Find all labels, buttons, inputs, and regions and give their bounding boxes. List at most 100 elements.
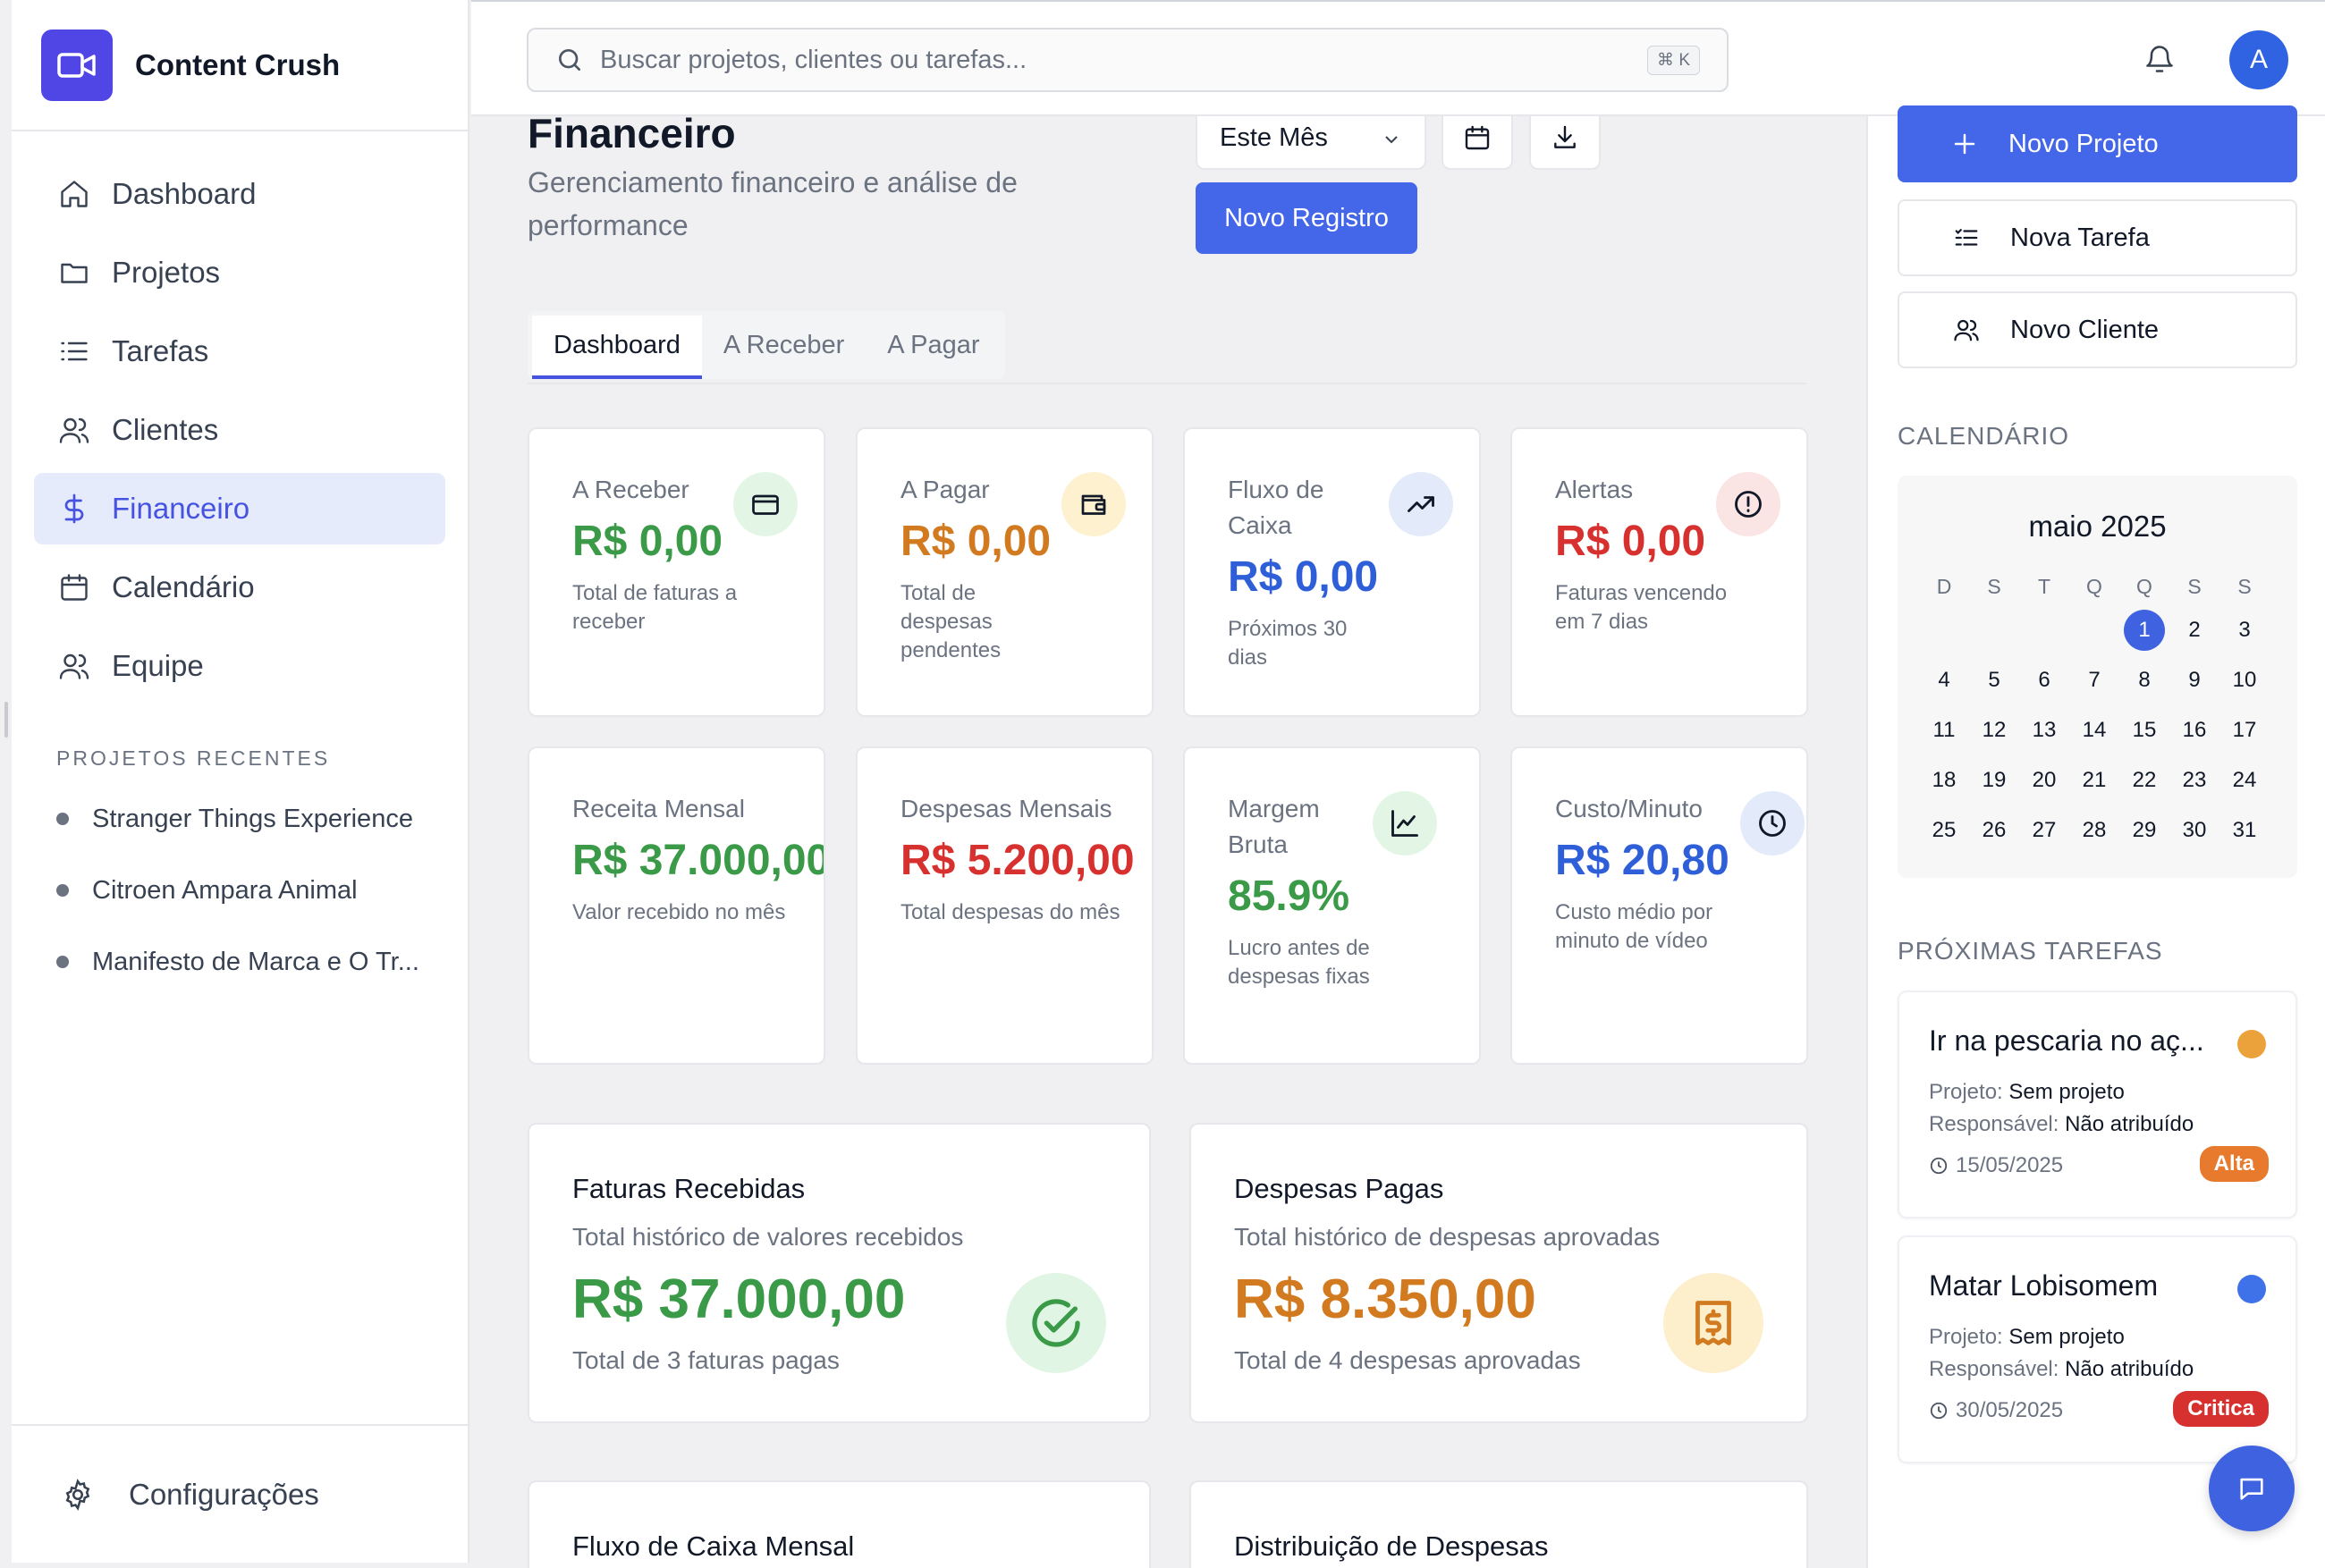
calendar-day[interactable]: 17 xyxy=(2219,705,2270,755)
calendar-day[interactable]: 1 xyxy=(2119,605,2169,655)
stat-title: Custo/Minuto xyxy=(1555,795,1703,822)
calendar-day[interactable]: 26 xyxy=(1969,805,2019,856)
calendar-day[interactable]: 22 xyxy=(2119,755,2169,805)
stat-value: R$ 37.000,00 xyxy=(572,837,825,884)
stat-desc: Próximos 30 dias xyxy=(1228,617,1348,670)
stat-value: R$ 0,00 xyxy=(1228,553,1379,601)
calendar-day[interactable]: 16 xyxy=(2169,705,2219,755)
calendar-day[interactable]: 29 xyxy=(2119,805,2169,856)
calendar-day[interactable]: 27 xyxy=(2019,805,2069,856)
calendar-day[interactable]: 25 xyxy=(1919,805,1969,856)
calendar-day[interactable]: 10 xyxy=(2219,655,2270,705)
tab-a-pagar[interactable]: A Pagar xyxy=(866,316,1001,375)
chat-button[interactable] xyxy=(2209,1446,2295,1531)
chart-card-fluxo-de-caixa-mensal: Fluxo de Caixa Mensal xyxy=(528,1480,1151,1568)
bell-icon[interactable] xyxy=(2143,43,2176,75)
task-project-value: Sem projeto xyxy=(2008,1325,2125,1349)
search-input[interactable]: Buscar projetos, clientes ou tarefas... … xyxy=(527,28,1729,92)
bullet-icon xyxy=(56,884,69,897)
download-button[interactable] xyxy=(1529,116,1601,170)
new-client-button[interactable]: Novo Cliente xyxy=(1898,291,2297,368)
resize-handle[interactable] xyxy=(4,702,8,738)
nav-item-projetos[interactable]: Projetos xyxy=(34,237,445,308)
task-owner-value: Não atribuído xyxy=(2065,1112,2194,1136)
calendar-day[interactable]: 23 xyxy=(2169,755,2219,805)
calendar-day[interactable]: 8 xyxy=(2119,655,2169,705)
calendar-day[interactable]: 30 xyxy=(2169,805,2219,856)
stat-value: R$ 0,00 xyxy=(900,518,1052,565)
task-card[interactable]: Ir na pescaria no aç... Projeto: Sem pro… xyxy=(1898,991,2297,1218)
calendar-day[interactable]: 18 xyxy=(1919,755,1969,805)
calendar-day[interactable]: 14 xyxy=(2069,705,2119,755)
gear-icon xyxy=(61,1478,95,1512)
calendar-today-marker: 1 xyxy=(2124,610,2165,651)
calendar-weekday: S xyxy=(2187,574,2202,598)
stat-desc: Total de despesas pendentes xyxy=(900,581,1002,662)
recent-project-name: Manifesto de Marca e O Tr... xyxy=(92,947,419,976)
calendar-day[interactable]: 20 xyxy=(2019,755,2069,805)
recent-project-name: Citroen Ampara Animal xyxy=(92,875,358,905)
stat-desc: Valor recebido no mês xyxy=(572,900,786,924)
nav-item-clientes[interactable]: Clientes xyxy=(34,394,445,466)
stat-card-custo-minuto: Custo/Minuto R$ 20,80 Custo médio por mi… xyxy=(1510,746,1808,1065)
calendar-day[interactable]: 11 xyxy=(1919,705,1969,755)
nav-item-equipe[interactable]: Equipe xyxy=(34,630,445,702)
task-card[interactable]: Matar Lobisomem Projeto: Sem projeto Res… xyxy=(1898,1235,2297,1463)
calendar-day[interactable]: 9 xyxy=(2169,655,2219,705)
nav-item-financeiro[interactable]: Financeiro xyxy=(34,473,445,544)
calendar-day[interactable]: 13 xyxy=(2019,705,2069,755)
calendar-empty-cell xyxy=(1919,605,1969,655)
tab-dashboard[interactable]: Dashboard xyxy=(532,316,702,379)
folder-icon xyxy=(56,255,92,291)
calendar-day[interactable]: 2 xyxy=(2169,605,2219,655)
recent-project-item[interactable]: Citroen Ampara Animal xyxy=(56,855,468,926)
stat-title: Alertas xyxy=(1555,476,1634,503)
calendar-day[interactable]: 6 xyxy=(2019,655,2069,705)
calendar-day[interactable]: 4 xyxy=(1919,655,1969,705)
stat-value: R$ 20,80 xyxy=(1555,837,1729,884)
calendar-day[interactable]: 12 xyxy=(1969,705,2019,755)
users-icon xyxy=(56,412,92,448)
button-label: Novo Projeto xyxy=(2008,129,2159,158)
calendar-day[interactable]: 7 xyxy=(2069,655,2119,705)
stat-card-fluxo-de-caixa: Fluxo de Caixa R$ 0,00 Próximos 30 dias xyxy=(1183,427,1481,717)
calendar-day[interactable]: 19 xyxy=(1969,755,2019,805)
task-owner-key: Responsável: xyxy=(1929,1112,2059,1136)
calendar-day[interactable]: 28 xyxy=(2069,805,2119,856)
calendar-day[interactable]: 5 xyxy=(1969,655,2019,705)
stat-title: A Receber xyxy=(572,476,689,503)
settings-button[interactable]: Configurações xyxy=(12,1424,468,1563)
summary-subtitle: Total histórico de valores recebidos xyxy=(572,1223,964,1251)
nav-item-calendario[interactable]: Calendário xyxy=(34,552,445,623)
period-select[interactable]: Este Mês xyxy=(1196,116,1426,170)
calendar-day[interactable]: 15 xyxy=(2119,705,2169,755)
nav-item-dashboard[interactable]: Dashboard xyxy=(34,158,445,230)
tab-a-receber[interactable]: A Receber xyxy=(702,316,866,375)
tabs: Dashboard A Receber A Pagar xyxy=(528,311,1006,379)
calendar-icon xyxy=(56,569,92,605)
recent-project-item[interactable]: Manifesto de Marca e O Tr... xyxy=(56,926,468,998)
nav-item-tarefas[interactable]: Tarefas xyxy=(34,316,445,387)
clock-icon xyxy=(1740,791,1805,856)
new-record-button[interactable]: Novo Registro xyxy=(1196,182,1417,254)
nav-label: Projetos xyxy=(112,256,221,289)
calendar-day[interactable]: 24 xyxy=(2219,755,2270,805)
calendar-button[interactable] xyxy=(1442,116,1513,170)
top-bar: Buscar projetos, clientes ou tarefas... … xyxy=(471,0,2325,116)
stat-title: Margem Bruta xyxy=(1228,795,1320,858)
new-project-button[interactable]: Novo Projeto xyxy=(1898,105,2297,182)
calendar-day[interactable]: 21 xyxy=(2069,755,2119,805)
recent-project-item[interactable]: Stranger Things Experience xyxy=(56,783,468,855)
stat-card-margem-bruta: Margem Bruta 85.9% Lucro antes de despes… xyxy=(1183,746,1481,1065)
task-project-key: Projeto: xyxy=(1929,1080,2003,1104)
line-chart-icon xyxy=(1373,791,1437,856)
list-icon xyxy=(56,333,92,369)
summary-value: R$ 8.350,00 xyxy=(1234,1269,1536,1330)
avatar[interactable]: A xyxy=(2229,30,2288,89)
nav-label: Financeiro xyxy=(112,492,250,525)
new-task-button[interactable]: Nova Tarefa xyxy=(1898,199,2297,276)
calendar-day[interactable]: 3 xyxy=(2219,605,2270,655)
brand[interactable]: Content Crush xyxy=(12,0,468,131)
calendar-day[interactable]: 31 xyxy=(2219,805,2270,856)
bullet-icon xyxy=(56,813,69,825)
